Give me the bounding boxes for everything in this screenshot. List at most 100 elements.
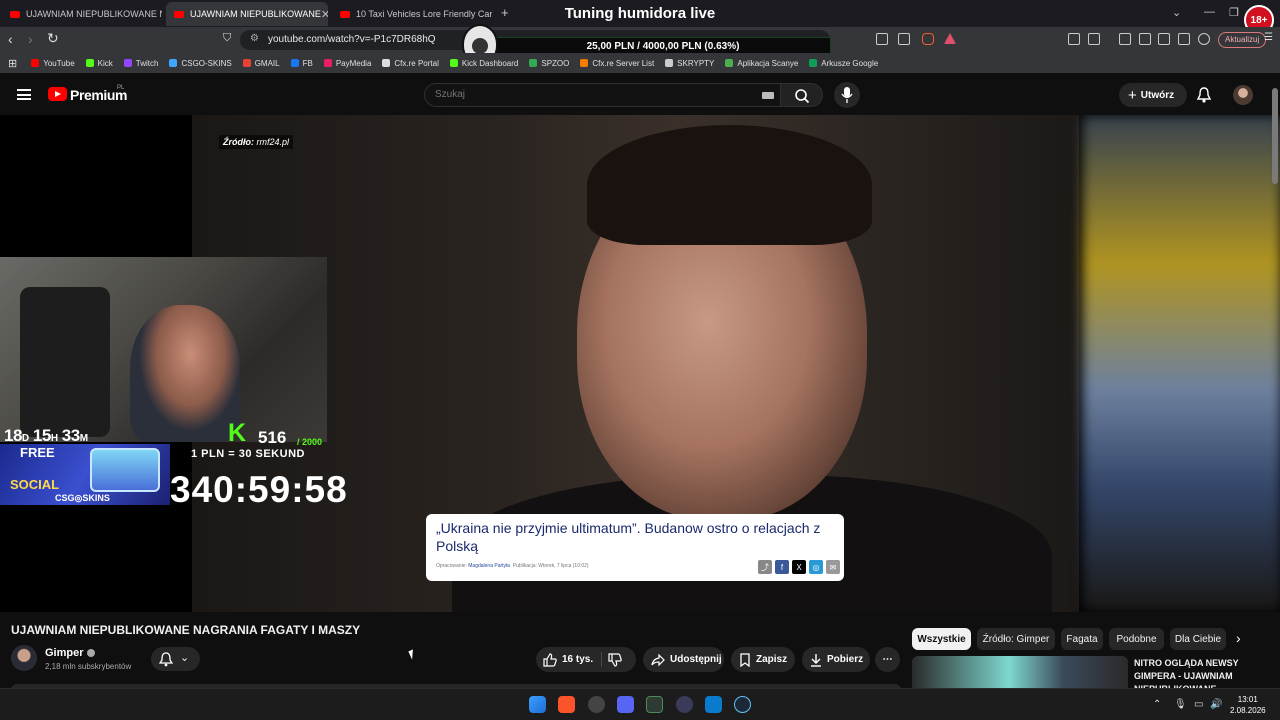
leo-ai-icon[interactable]	[1178, 33, 1190, 45]
bookmark-item[interactable]: Cfx.re Server List	[580, 59, 654, 68]
channel-avatar[interactable]	[11, 645, 37, 671]
account-avatar[interactable]	[1233, 85, 1253, 105]
facebook-icon: f	[775, 560, 789, 574]
bookmark-favicon-icon	[85, 59, 94, 67]
restore-icon[interactable]: ❐	[1229, 6, 1239, 19]
microphone-icon	[841, 87, 853, 103]
wallet-icon[interactable]	[1158, 33, 1170, 45]
media-icon[interactable]	[1119, 33, 1131, 45]
recommended-video-thumbnail[interactable]	[912, 656, 1128, 688]
loot-chest-icon	[90, 448, 160, 492]
keyboard-icon[interactable]	[762, 92, 774, 99]
tray-display-icon[interactable]: ▭	[1194, 699, 1203, 710]
site-info-icon[interactable]: ⚙	[250, 33, 259, 44]
bookmark-item[interactable]: SPZOO	[529, 59, 569, 68]
share-button[interactable]: Udostępnij	[643, 647, 724, 672]
bookmark-label: Arkusze Google	[821, 58, 879, 68]
bookmark-item[interactable]: YouTube	[31, 59, 75, 68]
update-button[interactable]: Aktualizuj	[1218, 32, 1267, 48]
promo-social-label: SOCIAL	[10, 477, 60, 492]
browser-tab-strip: UJAWNIAM NIEPUBLIKOWANE NAGR UJAWNIAM NI…	[0, 0, 1280, 35]
youtube-logo-icon[interactable]	[48, 87, 67, 101]
bookmark-item[interactable]: Aplikacja Scanye	[725, 59, 798, 68]
search-input[interactable]	[435, 89, 735, 100]
search-button[interactable]	[781, 83, 823, 107]
subscription-notifications-button[interactable]: ⌄	[151, 647, 200, 671]
video-player[interactable]: Źródło: rmf24.pl 18D 15H 33M K 516 / 200…	[0, 115, 1280, 612]
windows-start-icon[interactable]	[529, 696, 546, 713]
thumbs-down-icon[interactable]	[608, 653, 622, 667]
bookmark-item[interactable]: Twitch	[123, 59, 158, 68]
bookmark-favicon-icon	[382, 59, 391, 67]
gaming-chair-image	[20, 287, 110, 437]
app-icon[interactable]	[676, 696, 693, 713]
extension-icon[interactable]	[1088, 33, 1100, 45]
bookmark-favicon-icon	[725, 59, 734, 67]
chip-related[interactable]: Podobne	[1109, 628, 1164, 650]
brave-rewards-icon[interactable]	[944, 33, 956, 44]
reload-icon[interactable]: ↻	[47, 30, 59, 47]
bookmark-label: Kick Dashboard	[461, 58, 519, 68]
chip-fagata[interactable]: Fagata	[1061, 628, 1103, 650]
bookmark-item[interactable]: Kick	[85, 59, 113, 68]
vscode-icon[interactable]	[705, 696, 722, 713]
bookmarks-bar: ⊞ YouTube Kick Twitch CSGO-SKINS GMAIL FB PayM…	[0, 53, 1280, 73]
bookmark-item[interactable]: PayMedia	[323, 59, 371, 68]
voice-search-button[interactable]	[834, 82, 860, 108]
app-circle-icon[interactable]	[588, 696, 605, 713]
steam-icon[interactable]	[734, 696, 751, 713]
vpn-icon[interactable]	[1198, 33, 1210, 45]
notifications-bell-icon[interactable]	[1197, 87, 1211, 103]
kick-follower-goal: / 2000	[297, 437, 323, 447]
bookmark-item[interactable]: SKRYPTY	[665, 59, 714, 68]
bookmark-favicon-icon	[169, 59, 178, 67]
bookmark-label: SPZOO	[541, 58, 570, 68]
chip-from-channel[interactable]: Źródło: Gimper	[977, 628, 1055, 650]
chip-all[interactable]: Wszystkie	[912, 628, 971, 650]
chips-next-chevron-icon[interactable]: ›	[1236, 630, 1241, 646]
bookmark-item[interactable]: GMAIL	[242, 59, 280, 68]
apps-grid-icon[interactable]: ⊞	[8, 57, 17, 70]
guide-menu-icon[interactable]	[17, 89, 31, 100]
brave-browser-icon[interactable]	[558, 696, 575, 713]
clock-date: 2.08.2026	[1230, 706, 1266, 715]
more-actions-button[interactable]: ⋯	[875, 647, 900, 672]
tray-volume-icon[interactable]: 🔊	[1210, 699, 1222, 710]
bookmark-item[interactable]: Cfx.re Portal	[382, 59, 439, 68]
bookmark-item[interactable]: FB	[290, 59, 313, 68]
back-icon[interactable]: ‹	[8, 31, 13, 47]
share-page-icon[interactable]	[898, 33, 910, 45]
extensions-icon[interactable]	[1068, 33, 1080, 45]
promo-brand-label: CSG◎SKINS	[55, 493, 110, 503]
download-button[interactable]: Pobierz	[802, 647, 870, 672]
tray-chevron-up-icon[interactable]: ⌃	[1153, 699, 1161, 710]
email-icon: ✉	[826, 560, 840, 574]
cast-icon[interactable]	[876, 33, 888, 45]
bookmark-item[interactable]: Kick Dashboard	[449, 58, 519, 68]
channel-name-link[interactable]: Gimper	[45, 647, 95, 659]
forward-icon[interactable]: ›	[28, 31, 33, 47]
save-button[interactable]: Zapisz	[731, 647, 795, 672]
brave-shields-icon[interactable]	[922, 33, 934, 45]
sidebar-icon[interactable]	[1139, 33, 1151, 45]
search-box[interactable]	[424, 83, 781, 107]
menu-icon[interactable]: ☰	[1264, 32, 1273, 43]
bookmark-item[interactable]: CSGO-SKINS	[169, 59, 232, 68]
minimize-icon[interactable]: —	[1204, 6, 1215, 18]
region-code: PL	[117, 85, 125, 91]
tab-list-chevron-icon[interactable]: ⌄	[1172, 6, 1181, 19]
bookmark-page-icon[interactable]: ⛉	[223, 32, 231, 45]
system-clock[interactable]: 13:01 2.08.2026	[1230, 694, 1266, 716]
news-meta-author: Magdalena Partyła	[468, 563, 510, 569]
create-button[interactable]: + Utwórz	[1119, 83, 1187, 107]
terminal-app-icon[interactable]	[646, 696, 663, 713]
chip-for-you[interactable]: Dla Ciebie	[1170, 628, 1226, 650]
tray-microphone-icon[interactable]: 🎙	[1174, 699, 1187, 710]
verified-badge-icon	[86, 649, 95, 658]
page-scrollbar[interactable]	[1272, 88, 1278, 184]
bookmark-favicon-icon	[809, 59, 818, 67]
discord-icon[interactable]	[617, 696, 634, 713]
recommended-video-title[interactable]: NITRO OGLĄDA NEWSY GIMPERA - UJAWNIAM NI…	[1134, 657, 1264, 688]
countdown-hours-unit: H	[50, 433, 58, 444]
bookmark-item[interactable]: Arkusze Google	[809, 59, 878, 68]
